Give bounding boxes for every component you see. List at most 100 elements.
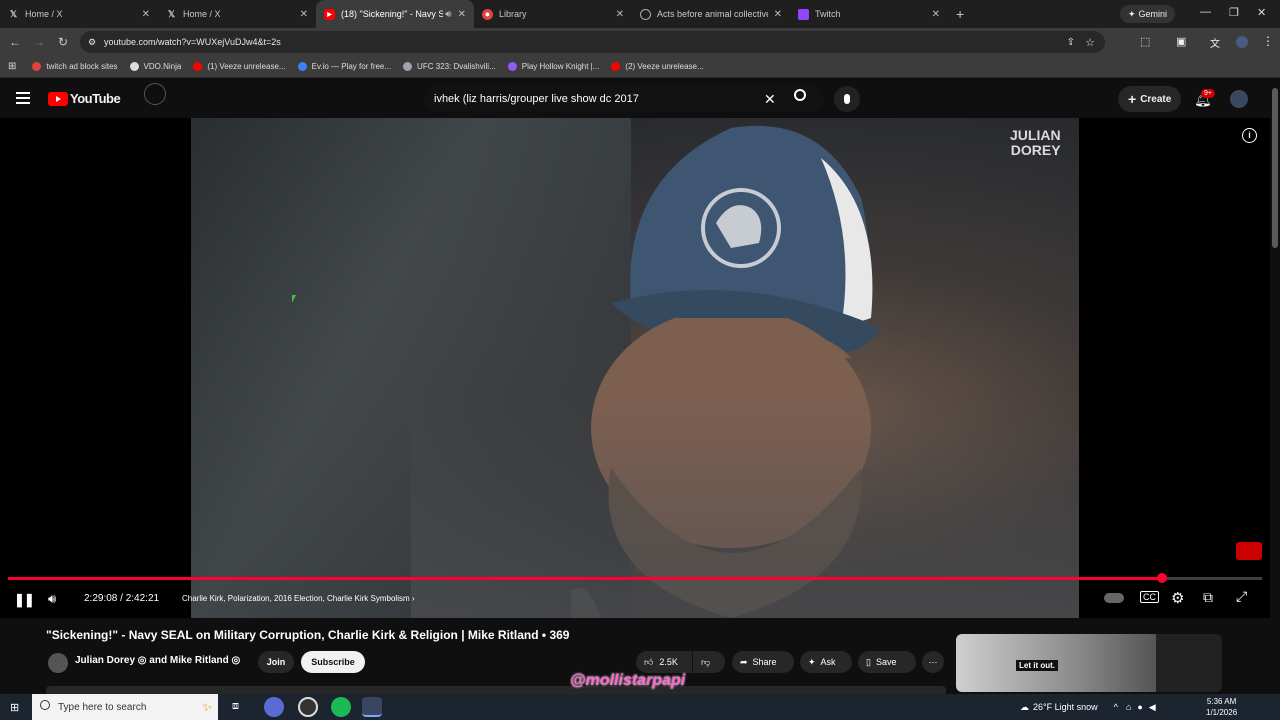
- windows-start-icon[interactable]: ⊞: [10, 701, 19, 714]
- chapter-title[interactable]: Charlie Kirk, Polarization, 2016 Electio…: [182, 594, 415, 603]
- preview-thumbnail[interactable]: Let it out.: [956, 634, 1222, 692]
- video-player[interactable]: [0, 118, 1270, 618]
- create-button[interactable]: + Create: [1118, 86, 1182, 112]
- bookmark-item[interactable]: UFC 323: Dvalishvili...: [403, 62, 496, 71]
- url-field[interactable]: ⚙ youtube.com/watch?v=WUXejVuDJw4&t=2s ⇪…: [80, 31, 1105, 53]
- translate-icon[interactable]: 文: [1210, 35, 1220, 50]
- new-tab-button[interactable]: +: [948, 0, 972, 28]
- bookmark-item[interactable]: twitch ad block sites: [32, 62, 118, 71]
- subscribe-watermark-icon[interactable]: [1236, 542, 1262, 560]
- fullscreen-icon[interactable]: ⤢: [1236, 588, 1247, 605]
- close-tab-icon[interactable]: ✕: [142, 9, 150, 20]
- pause-icon[interactable]: ❚❚: [14, 592, 35, 608]
- browser-tab-active[interactable]: ▶ (18) "Sickening!" - Navy SEA 🔊︎ ✕: [316, 0, 474, 28]
- weather-text[interactable]: 26°F Light snow: [1033, 702, 1098, 712]
- globe-icon: [640, 8, 651, 20]
- library-icon: ●: [482, 8, 493, 20]
- search-icon[interactable]: [794, 89, 806, 101]
- video-frame: [191, 118, 1079, 618]
- volume-tray-icon[interactable]: ◀: [1149, 702, 1156, 713]
- tray-chevron-icon[interactable]: ^: [1114, 702, 1118, 712]
- channel-name[interactable]: Julian Dorey ◎ and Mike Ritland ◎: [75, 655, 240, 666]
- hamburger-menu-icon[interactable]: [16, 92, 30, 104]
- close-tab-icon[interactable]: ✕: [300, 9, 308, 20]
- dislike-button[interactable]: 👎︎: [693, 651, 725, 673]
- microphone-icon[interactable]: [834, 86, 860, 112]
- join-button[interactable]: Join: [258, 651, 294, 673]
- more-actions-button[interactable]: ⋯: [922, 651, 944, 673]
- clear-search-icon[interactable]: ✕: [764, 91, 776, 108]
- autoplay-toggle[interactable]: [1104, 593, 1124, 603]
- browser-tab[interactable]: Twitch ✕: [790, 0, 948, 28]
- page-scrollbar[interactable]: [1272, 88, 1278, 248]
- close-tab-icon[interactable]: ✕: [932, 9, 940, 20]
- maximize-icon[interactable]: ❐: [1229, 6, 1239, 19]
- extensions-icon[interactable]: ⬚: [1140, 35, 1150, 48]
- save-button[interactable]: ▯ Save: [858, 651, 916, 673]
- volume-icon[interactable]: 🔊︎: [48, 591, 56, 607]
- loading-spinner-icon: [144, 83, 166, 105]
- reload-icon[interactable]: ↻: [51, 35, 75, 49]
- share-button[interactable]: ➦ Share: [732, 651, 794, 673]
- share-icon: ➦: [740, 656, 748, 667]
- description-box[interactable]: [46, 686, 946, 694]
- taskbar-search-input[interactable]: Type here to search ✨︎: [32, 694, 218, 720]
- browser-tab[interactable]: 𝕏 Home / X ✕: [0, 0, 158, 28]
- progress-bar[interactable]: [8, 573, 1262, 583]
- browser-tab[interactable]: Acts before animal collective c ✕: [632, 0, 790, 28]
- channel-watermark: JULIAN DOREY: [1010, 127, 1061, 158]
- search-input[interactable]: ivhek (liz harris/grouper live show dc 2…: [424, 86, 824, 112]
- mic-tray-icon[interactable]: ●: [1137, 702, 1142, 712]
- forward-icon[interactable]: →: [27, 35, 51, 49]
- chevron-right-icon: ›: [411, 594, 415, 603]
- back-icon[interactable]: ←: [3, 35, 27, 49]
- network-icon[interactable]: ⌂: [1126, 702, 1131, 712]
- chrome-app-icon[interactable]: [362, 697, 382, 717]
- gemini-button[interactable]: ✦ Gemini: [1120, 5, 1176, 23]
- close-window-icon[interactable]: ✕: [1257, 6, 1266, 19]
- subscribe-button[interactable]: Subscribe: [301, 651, 365, 673]
- like-button[interactable]: 👍︎ 2.5K: [636, 651, 692, 673]
- miniplayer-icon[interactable]: ⧉: [1203, 589, 1213, 606]
- bookmark-item[interactable]: VDO.Ninja: [129, 62, 181, 71]
- search-icon: [40, 700, 50, 710]
- install-app-icon[interactable]: ⇪: [1067, 37, 1075, 48]
- ask-button[interactable]: ✦ Ask: [800, 651, 852, 673]
- sparkle-icon: ✦: [808, 656, 816, 667]
- sidebar-icon[interactable]: ▣: [1176, 35, 1186, 48]
- bookmark-favicon-icon: [297, 62, 307, 71]
- spotify-app-icon[interactable]: [331, 697, 351, 717]
- system-tray: ☁ 26°F Light snow ^ ⌂ ● ◀: [1020, 694, 1156, 720]
- settings-gear-icon[interactable]: ⚙: [1171, 589, 1184, 607]
- menu-icon[interactable]: ⋮: [1262, 34, 1274, 48]
- youtube-logo[interactable]: YouTube: [48, 91, 121, 106]
- bookmark-item[interactable]: (2) Veeze unrelease...: [611, 62, 704, 71]
- task-view-icon[interactable]: ⧈: [232, 700, 239, 713]
- bookmark-icon: ▯: [866, 656, 871, 667]
- youtube-play-icon: [48, 91, 68, 106]
- bookmark-star-icon[interactable]: ☆: [1085, 36, 1095, 49]
- browser-tab[interactable]: 𝕏 Home / X ✕: [158, 0, 316, 28]
- channel-avatar[interactable]: [48, 653, 68, 673]
- bookmark-item[interactable]: (1) Veeze unrelease...: [193, 62, 286, 71]
- profile-icon[interactable]: [1236, 36, 1248, 48]
- captions-icon[interactable]: CC: [1140, 591, 1159, 603]
- minimize-icon[interactable]: —: [1200, 6, 1211, 18]
- close-tab-icon[interactable]: ✕: [616, 9, 624, 20]
- thumbs-down-icon: 👎︎: [701, 656, 711, 667]
- progress-scrubber[interactable]: [1156, 573, 1167, 583]
- speaker-icon[interactable]: 🔊︎: [445, 9, 451, 20]
- close-tab-icon[interactable]: ✕: [458, 9, 466, 20]
- weather-icon[interactable]: ☁: [1020, 702, 1029, 713]
- site-info-icon[interactable]: ⚙: [88, 37, 96, 48]
- bookmark-item[interactable]: Ev.io — Play for free...: [297, 62, 391, 71]
- browser-tab[interactable]: ● Library ✕: [474, 0, 632, 28]
- system-clock[interactable]: 5:36 AM 1/1/2026: [1206, 696, 1237, 718]
- obs-app-icon[interactable]: [298, 697, 318, 717]
- info-icon[interactable]: i: [1242, 128, 1257, 143]
- bookmark-item[interactable]: Play Hollow Knight |...: [507, 62, 599, 71]
- discord-app-icon[interactable]: [264, 697, 284, 717]
- account-avatar[interactable]: [1230, 90, 1248, 108]
- apps-grid-icon[interactable]: ⊞: [8, 61, 16, 72]
- close-tab-icon[interactable]: ✕: [774, 9, 782, 20]
